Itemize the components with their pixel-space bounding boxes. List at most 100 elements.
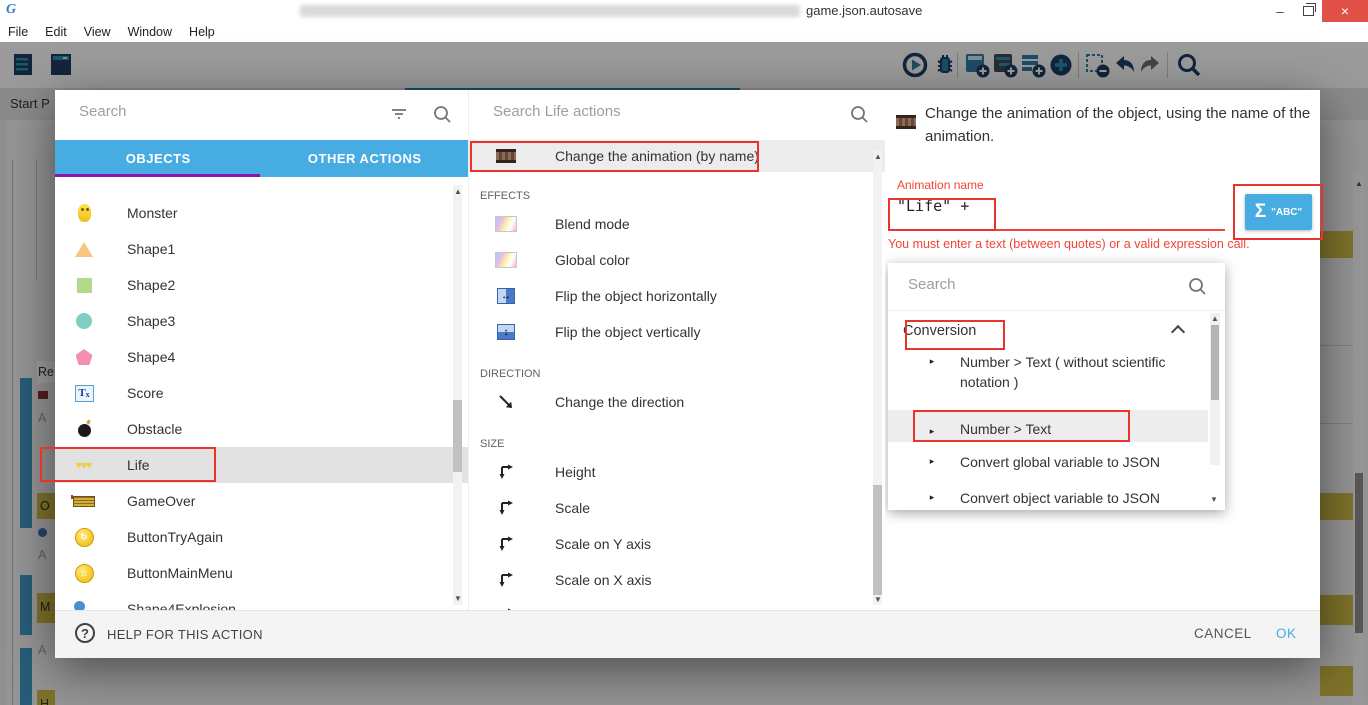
help-link[interactable]: HELP FOR THIS ACTION (107, 627, 263, 642)
object-row-gameover[interactable]: GameOver (55, 483, 468, 519)
actions-list: EFFECTS Blend mode Global color ↔Flip th… (469, 172, 885, 610)
color-palette-icon (493, 248, 519, 272)
action-row-width[interactable]: Width (469, 598, 885, 610)
validation-error-text: You must enter a text (between quotes) o… (888, 237, 1280, 253)
triangle-icon (71, 237, 97, 261)
chevron-up-icon (1171, 325, 1185, 339)
objects-list: Monster Shape1 Shape2 Shape3 Shape4 TxSc… (55, 177, 468, 610)
ok-button[interactable]: OK (1276, 626, 1297, 641)
objects-tab-bar: OBJECTS OTHER ACTIONS (55, 140, 468, 177)
search-icon (850, 105, 869, 124)
filter-icon[interactable] (390, 105, 408, 123)
actions-scrollbar-thumb[interactable] (873, 485, 882, 595)
actions-search-row (469, 90, 885, 141)
scroll-down-icon[interactable]: ▼ (1210, 495, 1218, 504)
banner-icon (71, 489, 97, 513)
parameters-panel: Change the animation of the object, usin… (885, 90, 1320, 610)
action-row-scale[interactable]: Scale (469, 490, 885, 526)
object-row-shape4[interactable]: Shape4 (55, 339, 468, 375)
dropdown-search-input[interactable] (906, 275, 1160, 294)
object-row-score[interactable]: TxScore (55, 375, 468, 411)
action-row-change-direction[interactable]: Change the direction (469, 384, 885, 420)
action-row-flip-horizontal[interactable]: ↔Flip the object horizontally (469, 278, 885, 314)
scroll-up-icon[interactable]: ▲ (454, 188, 462, 196)
object-row-obstacle[interactable]: Obstacle (55, 411, 468, 447)
minimize-button[interactable]: – (1266, 0, 1294, 22)
gdevelop-logo-icon: G (6, 2, 16, 18)
restore-button[interactable] (1294, 0, 1322, 22)
scroll-down-icon[interactable]: ▼ (874, 596, 882, 604)
actions-search-input[interactable] (491, 102, 775, 121)
tab-objects[interactable]: OBJECTS (55, 140, 262, 177)
color-palette-icon (493, 212, 519, 236)
section-effects: EFFECTS (469, 172, 885, 206)
resize-arrow-icon (493, 496, 519, 520)
object-row-shape4explosion[interactable]: Shape4Explosion (55, 591, 468, 610)
restore-icon (1303, 6, 1314, 16)
scroll-up-icon[interactable]: ▲ (874, 153, 882, 161)
action-row-flip-vertical[interactable]: ↕Flip the object vertically (469, 314, 885, 350)
pentagon-icon (71, 345, 97, 369)
section-size: SIZE (469, 420, 885, 454)
resize-arrow-icon (493, 568, 519, 592)
home-button-icon: ⌂ (71, 561, 97, 585)
menu-window[interactable]: Window (128, 25, 172, 39)
tab-other-actions-label: OTHER ACTIONS (308, 151, 422, 166)
bomb-icon (71, 417, 97, 441)
flip-vertical-icon: ↕ (493, 320, 519, 344)
caret-right-icon: ▸ (922, 489, 942, 509)
menu-edit[interactable]: Edit (45, 25, 67, 39)
explosion-icon (71, 597, 97, 610)
expression-dropdown: Conversion ▸ Number > Text ( without sci… (888, 263, 1225, 510)
dropdown-scrollbar-thumb[interactable] (1211, 325, 1219, 400)
object-row-shape3[interactable]: Shape3 (55, 303, 468, 339)
cancel-button[interactable]: CANCEL (1194, 626, 1252, 641)
object-row-shape2[interactable]: Shape2 (55, 267, 468, 303)
object-row-buttonmainmenu[interactable]: ⌂ButtonMainMenu (55, 555, 468, 591)
annotation-number-to-text (913, 410, 1130, 442)
menu-file[interactable]: File (8, 25, 28, 39)
annotation-change-animation (470, 141, 759, 172)
flip-horizontal-icon: ↔ (493, 284, 519, 308)
square-icon (71, 273, 97, 297)
scroll-down-icon[interactable]: ▼ (454, 595, 462, 603)
scroll-up-icon[interactable]: ▲ (1211, 315, 1219, 323)
animation-name-label: Animation name (897, 178, 984, 192)
objects-search-row (55, 90, 468, 141)
objects-panel: OBJECTS OTHER ACTIONS Monster Shape1 Sha… (55, 90, 468, 610)
dropdown-item-object-var-json[interactable]: ▸ Convert object variable to JSON (888, 489, 1208, 509)
annotation-field-value (888, 198, 996, 231)
text-object-icon: Tx (71, 381, 97, 405)
close-button[interactable]: × (1322, 0, 1368, 22)
object-row-shape1[interactable]: Shape1 (55, 231, 468, 267)
dropdown-item-global-var-json[interactable]: ▸ Convert global variable to JSON (888, 453, 1208, 473)
resize-arrow-icon (493, 460, 519, 484)
help-icon[interactable]: ? (75, 623, 95, 643)
menu-help[interactable]: Help (189, 25, 215, 39)
menu-bar: File Edit View Window Help (0, 22, 1368, 42)
monster-icon (71, 201, 97, 225)
menu-view[interactable]: View (84, 25, 111, 39)
search-icon (433, 105, 452, 124)
annotation-conversion-group (905, 320, 1005, 350)
caret-right-icon: ▸ (922, 353, 942, 392)
action-row-scale-y[interactable]: Scale on Y axis (469, 526, 885, 562)
objects-scrollbar[interactable] (453, 185, 462, 605)
objects-scrollbar-thumb[interactable] (453, 400, 462, 472)
dropdown-item-number-text-nosci[interactable]: ▸ Number > Text ( without scientific not… (888, 353, 1208, 392)
diagonal-arrow-icon (493, 390, 519, 414)
blurred-path (300, 5, 800, 17)
object-row-buttontryagain[interactable]: ↻ButtonTryAgain (55, 519, 468, 555)
action-row-blend-mode[interactable]: Blend mode (469, 206, 885, 242)
dialog-footer: ? HELP FOR THIS ACTION CANCEL OK (55, 610, 1320, 658)
tab-objects-label: OBJECTS (126, 151, 191, 166)
title-bar: G game.json.autosave – × (0, 0, 1368, 23)
tab-other-actions[interactable]: OTHER ACTIONS (262, 140, 469, 177)
action-row-height[interactable]: Height (469, 454, 885, 490)
action-editor-dialog: OBJECTS OTHER ACTIONS Monster Shape1 Sha… (55, 90, 1320, 657)
objects-search-input[interactable] (77, 102, 361, 121)
film-strip-icon (893, 110, 919, 134)
action-row-scale-x[interactable]: Scale on X axis (469, 562, 885, 598)
action-row-global-color[interactable]: Global color (469, 242, 885, 278)
object-row-monster[interactable]: Monster (55, 195, 468, 231)
